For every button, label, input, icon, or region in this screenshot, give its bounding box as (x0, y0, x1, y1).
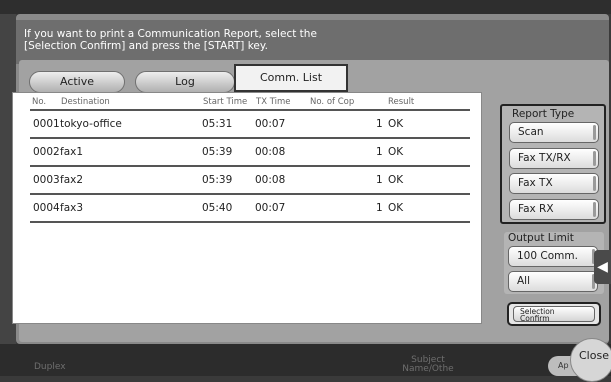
row-destination: fax3 (60, 202, 84, 214)
column-header-copies: No. of Cop (310, 97, 355, 107)
row-start-time: 05:39 (202, 174, 233, 186)
report-type-title: Report Type (512, 108, 575, 120)
table-row[interactable]: 0001 tokyo-office 05:31 00:07 1 OK (30, 109, 470, 137)
column-header-start-time: Start Time (203, 97, 248, 107)
row-destination: tokyo-office (60, 118, 122, 130)
tab-log[interactable]: Log (135, 71, 235, 93)
selection-confirm-label: Selection Confirm (513, 306, 595, 322)
report-type-fax-tx-button[interactable]: Fax TX (509, 173, 599, 194)
table-bottom-rule (30, 221, 470, 223)
row-no: 0003 (33, 174, 60, 186)
row-result: OK (388, 118, 404, 130)
row-no: 0004 (33, 202, 60, 214)
instruction-line-2: [Selection Confirm] and press the [START… (24, 40, 268, 52)
report-type-fax-rx-button[interactable]: Fax RX (509, 199, 599, 220)
row-result: OK (388, 146, 404, 158)
report-type-panel: Report Type Scan Fax TX/RX Fax TX Fax RX (500, 104, 606, 224)
table-row[interactable]: 0004 fax3 05:40 00:07 1 OK (30, 193, 470, 221)
row-tx-time: 00:07 (255, 202, 286, 214)
selection-confirm-line2: Confirm (520, 314, 550, 323)
row-copies: 1 (376, 118, 383, 130)
background-bottom-bar: Duplex Subject Name/Othe (0, 344, 611, 376)
column-header-destination: Destination (61, 97, 110, 107)
tab-comm-list[interactable]: Comm. List (234, 64, 348, 92)
row-destination: fax2 (60, 174, 84, 186)
row-copies: 1 (376, 202, 383, 214)
instruction-line-1: If you want to print a Communication Rep… (24, 28, 317, 40)
duplex-label: Duplex (34, 362, 66, 372)
subject-label: Subject Name/Othe (388, 356, 468, 374)
report-type-fax-txrx-button[interactable]: Fax TX/RX (509, 148, 599, 169)
column-header-result: Result (388, 97, 415, 107)
row-copies: 1 (376, 146, 383, 158)
tab-active[interactable]: Active (29, 71, 125, 93)
row-tx-time: 00:08 (255, 146, 286, 158)
output-limit-100-button[interactable]: 100 Comm. (508, 246, 598, 267)
output-limit-all-button[interactable]: All (508, 271, 598, 292)
row-no: 0001 (33, 118, 60, 130)
row-copies: 1 (376, 174, 383, 186)
row-start-time: 05:40 (202, 202, 233, 214)
row-destination: fax1 (60, 146, 84, 158)
output-limit-panel: Output Limit 100 Comm. All (504, 232, 604, 294)
close-button[interactable]: Close (570, 338, 611, 382)
column-header-no: No. (32, 97, 47, 107)
table-row[interactable]: 0002 fax1 05:39 00:08 1 OK (30, 137, 470, 165)
subject-label-line2: Name/Othe (402, 364, 454, 374)
row-result: OK (388, 202, 404, 214)
row-tx-time: 00:07 (255, 118, 286, 130)
row-result: OK (388, 174, 404, 186)
selection-confirm-button[interactable]: Selection Confirm (507, 302, 601, 326)
dialog-header: If you want to print a Communication Rep… (16, 20, 609, 64)
row-start-time: 05:39 (202, 146, 233, 158)
report-type-scan-button[interactable]: Scan (509, 122, 599, 143)
background-top-bar (0, 0, 611, 14)
row-start-time: 05:31 (202, 118, 233, 130)
table-row[interactable]: 0003 fax2 05:39 00:08 1 OK (30, 165, 470, 193)
chevron-left-icon[interactable]: ◀ (594, 250, 611, 284)
output-limit-title: Output Limit (508, 232, 574, 244)
column-header-tx-time: TX Time (256, 97, 291, 107)
row-no: 0002 (33, 146, 60, 158)
row-tx-time: 00:08 (255, 174, 286, 186)
